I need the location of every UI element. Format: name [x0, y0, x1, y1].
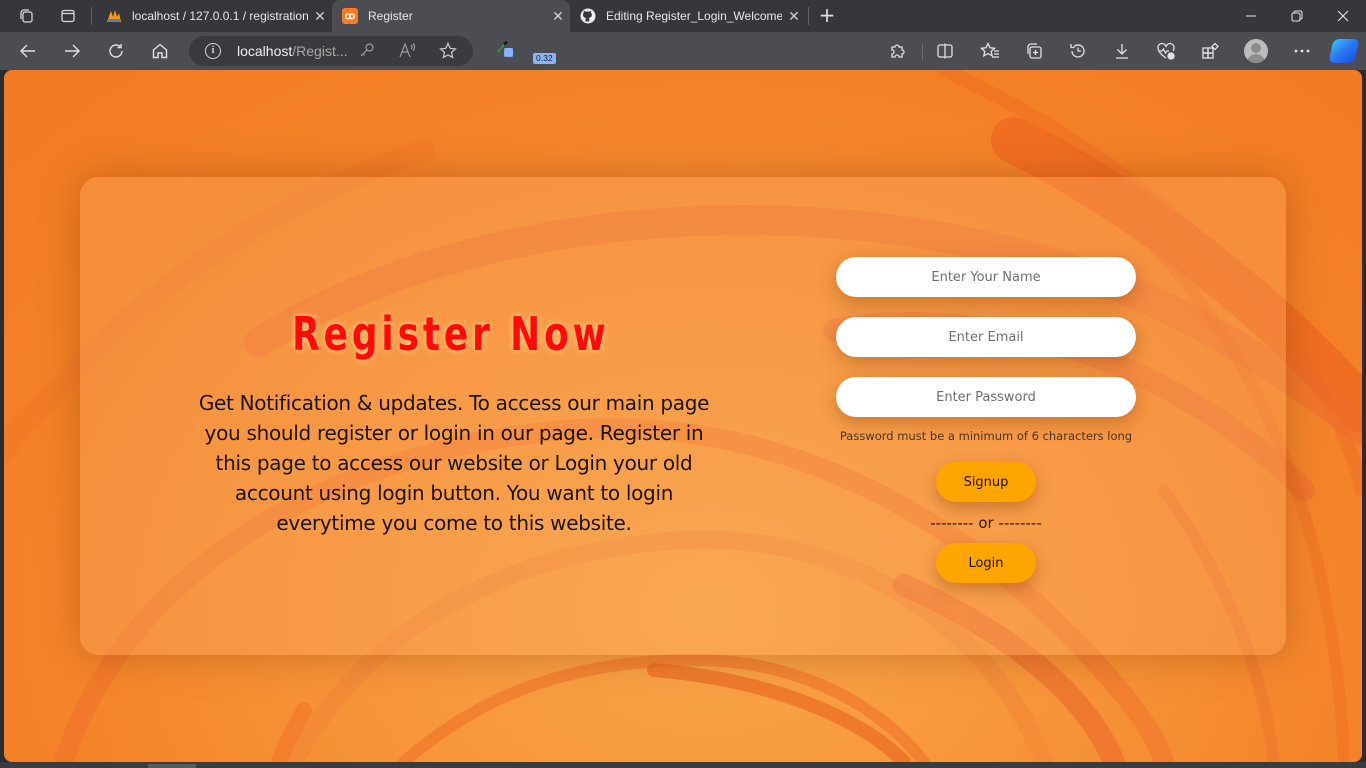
apps-icon[interactable] — [1196, 37, 1224, 65]
more-options-icon[interactable] — [1288, 37, 1316, 65]
close-tab-icon[interactable]: ✕ — [308, 8, 332, 25]
profile-avatar[interactable] — [1244, 39, 1268, 63]
xampp-icon: ꝏ — [342, 8, 358, 24]
minimize-button[interactable] — [1228, 0, 1274, 32]
favorite-star-icon[interactable] — [439, 42, 457, 64]
url-text[interactable]: localhost/Regist... — [237, 43, 348, 59]
tab-register[interactable]: ꝏ Register ✕ — [332, 0, 570, 32]
url-host: localhost — [237, 43, 293, 59]
copilot-icon[interactable] — [1328, 39, 1360, 63]
address-bar[interactable]: i localhost/Regist... — [189, 36, 473, 66]
split-screen-icon[interactable] — [931, 37, 959, 65]
tab-divider — [808, 7, 809, 25]
github-icon — [580, 8, 596, 24]
read-aloud-icon[interactable] — [399, 42, 417, 62]
refresh-button[interactable] — [102, 37, 130, 65]
page-description: Get Notification & updates. To access ou… — [198, 391, 710, 535]
page-viewport: Register Now Get Notification & updates.… — [4, 70, 1362, 762]
name-input[interactable] — [836, 257, 1136, 297]
tab-title: localhost / 127.0.0.1 / registration — [132, 9, 308, 23]
password-input[interactable] — [836, 377, 1136, 417]
signup-button[interactable]: Signup — [936, 462, 1036, 502]
extensions-puzzle-icon[interactable] — [884, 37, 912, 65]
toolbar-divider — [922, 43, 923, 61]
home-button[interactable] — [146, 37, 174, 65]
close-tab-icon[interactable]: ✕ — [782, 8, 806, 25]
page-title: Register Now — [292, 307, 610, 361]
downloads-icon[interactable] — [1108, 37, 1136, 65]
browser-toolbar: i localhost/Regist... 0.32 V T </> B — [0, 32, 1366, 91]
forward-button[interactable] — [58, 37, 86, 65]
register-card: Register Now Get Notification & updates.… — [80, 177, 1286, 655]
url-path: /Regist... — [292, 43, 348, 59]
collections-icon[interactable] — [1020, 37, 1048, 65]
tab-strip-divider — [91, 7, 92, 25]
color-picker-icon[interactable] — [497, 40, 513, 57]
site-info-icon[interactable]: i — [205, 43, 221, 59]
new-tab-button[interactable]: + — [816, 4, 838, 28]
close-tab-icon[interactable]: ✕ — [546, 8, 570, 25]
password-hint: Password must be a minimum of 6 characte… — [839, 429, 1133, 443]
horizontal-scrollbar[interactable] — [0, 762, 1366, 768]
tab-github[interactable]: Editing Register_Login_Welcome/ ✕ — [570, 0, 806, 32]
or-separator: -------- or -------- — [930, 514, 1042, 532]
tab-title: Editing Register_Login_Welcome/ — [606, 9, 782, 23]
tab-actions-icon[interactable] — [58, 6, 78, 26]
phpmyadmin-icon — [106, 8, 122, 24]
browser-tab-strip: localhost / 127.0.0.1 / registration ✕ ꝏ… — [0, 0, 1366, 32]
workspaces-icon[interactable] — [16, 6, 36, 26]
tab-phpmyadmin[interactable]: localhost / 127.0.0.1 / registration ✕ — [96, 0, 332, 32]
favorites-icon[interactable] — [976, 37, 1004, 65]
back-button[interactable] — [14, 37, 42, 65]
password-key-icon[interactable] — [359, 42, 375, 62]
register-form: Password must be a minimum of 6 characte… — [836, 257, 1136, 583]
browser-essentials-icon[interactable] — [1152, 37, 1180, 65]
history-icon[interactable] — [1064, 37, 1092, 65]
restore-button[interactable] — [1274, 0, 1320, 32]
close-window-button[interactable] — [1320, 0, 1366, 32]
email-input[interactable] — [836, 317, 1136, 357]
tab-title: Register — [368, 9, 413, 23]
zoom-level-badge[interactable]: 0.32 — [533, 53, 556, 64]
scrollbar-thumb[interactable] — [148, 764, 196, 768]
login-button[interactable]: Login — [936, 543, 1036, 583]
